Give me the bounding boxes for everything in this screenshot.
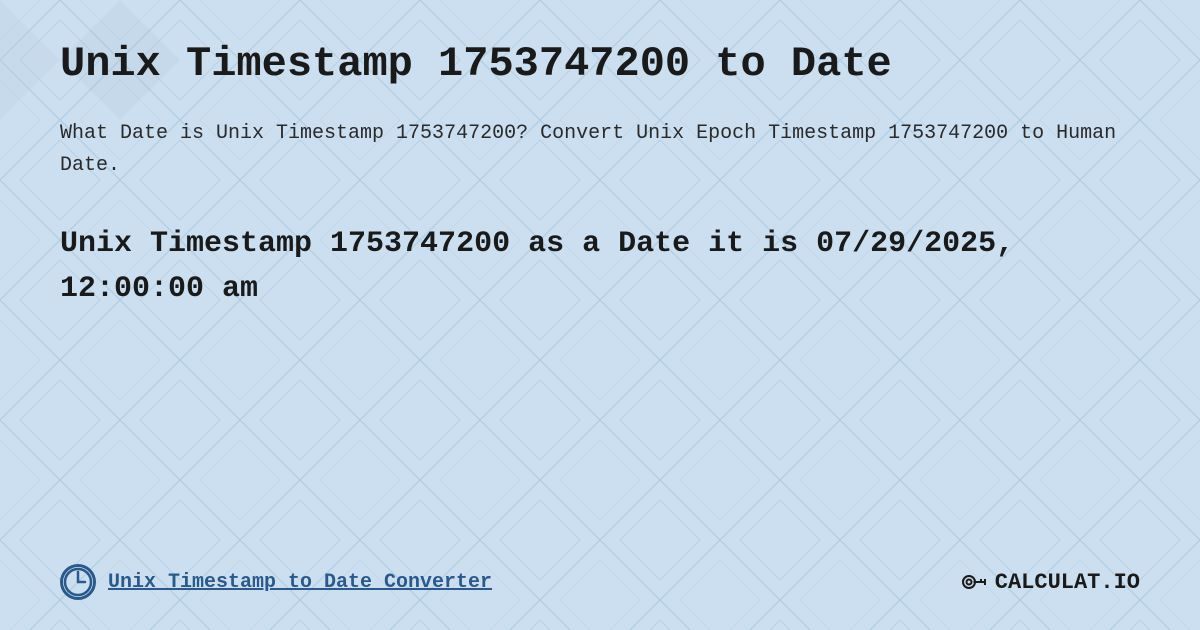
logo-icon — [957, 566, 989, 598]
footer-link-text[interactable]: Unix Timestamp to Date Converter — [108, 571, 492, 594]
footer-left[interactable]: Unix Timestamp to Date Converter — [60, 564, 492, 600]
clock-icon — [60, 564, 96, 600]
calculat-logo: CALCULAT.IO — [957, 566, 1140, 598]
result-section: Unix Timestamp 1753747200 as a Date it i… — [60, 222, 1140, 312]
page-description: What Date is Unix Timestamp 1753747200? … — [60, 118, 1140, 182]
logo-text: CALCULAT.IO — [995, 570, 1140, 595]
footer: Unix Timestamp to Date Converter CALCULA… — [60, 564, 1140, 600]
page-title: Unix Timestamp 1753747200 to Date — [60, 40, 1140, 88]
result-text: Unix Timestamp 1753747200 as a Date it i… — [60, 222, 1140, 312]
